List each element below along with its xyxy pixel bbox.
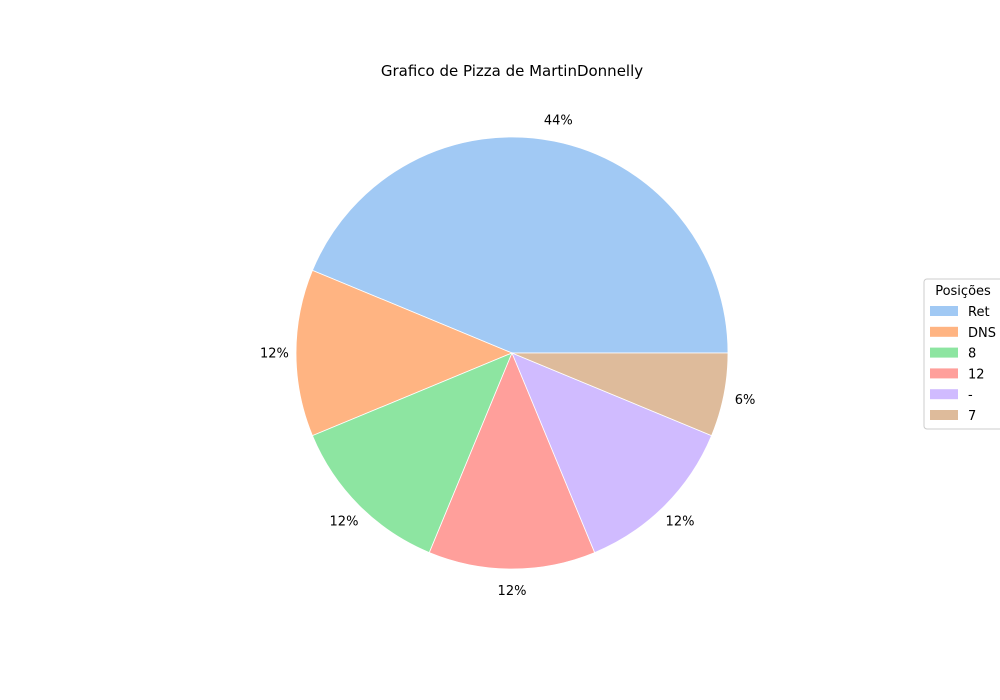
pie-percent-label-0: 44% xyxy=(544,113,573,128)
legend-label-4: - xyxy=(968,388,973,403)
pie-percent-label-3: 12% xyxy=(498,584,527,599)
legend: Posições Ret DNS 8 12 - 7 xyxy=(923,278,1000,430)
legend-label-2: 8 xyxy=(968,347,976,362)
legend-label-1: DNS xyxy=(968,326,996,341)
pie-chart: Grafico de Pizza de MartinDonnelly 44% 12… xyxy=(260,62,1000,599)
pie-percent-label-5: 6% xyxy=(735,393,756,408)
legend-swatch-4 xyxy=(930,389,958,400)
pie-percent-label-2: 12% xyxy=(330,515,359,530)
legend-swatch-2 xyxy=(930,347,958,358)
legend-swatch-5 xyxy=(930,410,958,420)
pie-percent-label-1: 12% xyxy=(260,347,289,362)
pie-slices xyxy=(295,136,729,570)
legend-label-5: 7 xyxy=(968,409,976,424)
legend-label-3: 12 xyxy=(968,367,985,382)
pie-percent-label-4: 12% xyxy=(666,515,695,530)
chart-title: Grafico de Pizza de MartinDonnelly xyxy=(381,62,643,80)
legend-title: Posições xyxy=(935,284,991,299)
legend-swatch-3 xyxy=(930,368,958,379)
legend-swatch-1 xyxy=(930,326,958,337)
legend-label-0: Ret xyxy=(968,305,990,320)
legend-swatch-0 xyxy=(930,306,958,316)
